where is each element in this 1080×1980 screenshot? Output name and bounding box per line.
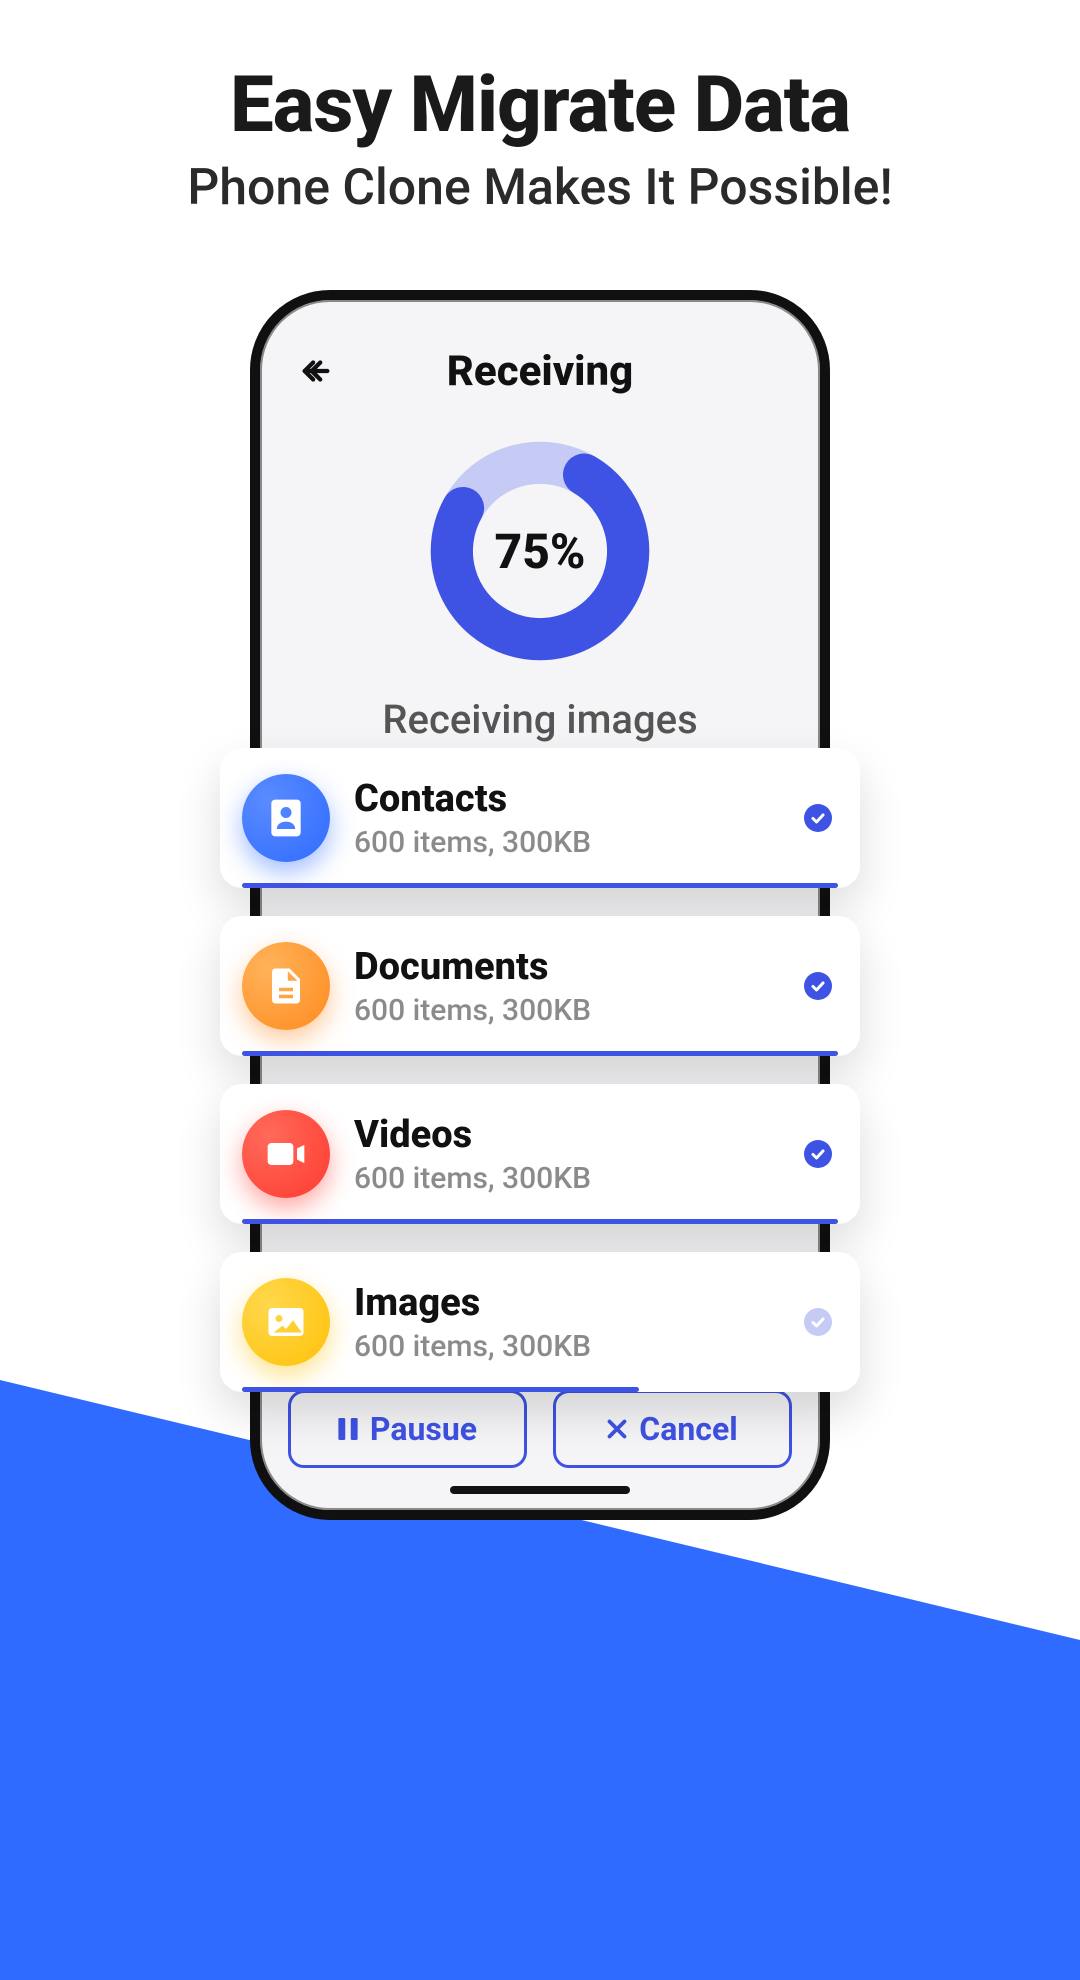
back-button[interactable] [292, 347, 340, 395]
category-meta: 600 items, 300KB [354, 993, 804, 1028]
item-progress-bar [242, 1387, 639, 1392]
progress-percent-label: 75% [425, 436, 655, 666]
check-icon [804, 804, 832, 832]
status-text: Receiving images [288, 696, 792, 743]
category-name: Videos [354, 1113, 804, 1157]
cancel-button-label: Cancel [639, 1410, 737, 1448]
document-icon [242, 942, 330, 1030]
category-card-documents[interactable]: Documents 600 items, 300KB [220, 916, 860, 1056]
home-indicator [450, 1486, 630, 1494]
pause-icon [338, 1418, 358, 1440]
pause-button[interactable]: Pausue [288, 1390, 527, 1468]
item-progress-bar [242, 883, 838, 888]
progress-donut: 75% [425, 436, 655, 666]
item-progress-bar [242, 1051, 838, 1056]
category-name: Documents [354, 945, 804, 989]
promo-title: Easy Migrate Data [0, 60, 1080, 151]
category-card-images[interactable]: Images 600 items, 300KB [220, 1252, 860, 1392]
check-icon [804, 1308, 832, 1336]
item-progress-bar [242, 1219, 838, 1224]
category-card-contacts[interactable]: Contacts 600 items, 300KB [220, 748, 860, 888]
category-cards: Contacts 600 items, 300KB Documents 600 … [220, 748, 860, 1392]
video-icon [242, 1110, 330, 1198]
category-meta: 600 items, 300KB [354, 1161, 804, 1196]
cancel-button[interactable]: Cancel [553, 1390, 792, 1468]
contacts-icon [242, 774, 330, 862]
category-meta: 600 items, 300KB [354, 1329, 804, 1364]
pause-button-label: Pausue [370, 1410, 477, 1448]
page-title: Receiving [447, 347, 633, 396]
category-name: Contacts [354, 777, 804, 821]
category-card-videos[interactable]: Videos 600 items, 300KB [220, 1084, 860, 1224]
category-name: Images [354, 1281, 804, 1325]
promo-subtitle: Phone Clone Makes It Possible! [0, 159, 1080, 217]
check-icon [804, 1140, 832, 1168]
close-icon [607, 1419, 627, 1439]
check-icon [804, 972, 832, 1000]
image-icon [242, 1278, 330, 1366]
page-header: Receiving [288, 336, 792, 406]
category-meta: 600 items, 300KB [354, 825, 804, 860]
arrow-left-icon [299, 354, 333, 388]
